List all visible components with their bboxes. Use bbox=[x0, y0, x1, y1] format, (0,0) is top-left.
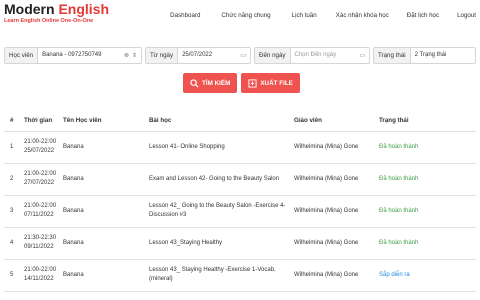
to-date-label: Đến ngày bbox=[255, 47, 291, 63]
table-row: 4 21:30-22:30 09/11/2022 Banana Lesson 43… bbox=[4, 227, 476, 260]
row-time: 21:00-22:00 07/11/2022 bbox=[24, 195, 63, 228]
to-date-filter[interactable]: Đến ngày Chọn Đến ngày ▭ bbox=[254, 46, 370, 64]
row-teacher: Wilhelmina (Mina) Gone bbox=[294, 131, 379, 164]
action-buttons: TÌM KIẾM XUẤT FILE bbox=[183, 73, 300, 93]
row-status: Đã hoàn thành bbox=[379, 131, 476, 164]
nav-course-confirmation[interactable]: Xác nhận khóa học bbox=[336, 12, 389, 19]
from-date-filter[interactable]: Từ ngày 25/07/2022 ▭ bbox=[145, 46, 251, 64]
row-date: 25/07/2022 bbox=[24, 148, 55, 154]
row-date: 09/11/2022 bbox=[24, 244, 54, 250]
row-student: Banana bbox=[63, 259, 149, 292]
search-icon bbox=[190, 78, 199, 88]
row-teacher: Wilhelmina (Mina) Gone bbox=[294, 227, 379, 260]
brand-title-accent: English bbox=[58, 1, 110, 17]
calendar-icon[interactable]: ▭ bbox=[240, 52, 246, 59]
status-select-value: 2 Trạng thái bbox=[414, 52, 447, 58]
nav-weekly-schedule[interactable]: Lịch tuần bbox=[292, 12, 317, 19]
row-student: Banana bbox=[63, 195, 149, 228]
table-row: 5 21:00-22:00 14/11/2022 Banana Lesson 43… bbox=[4, 259, 476, 292]
filter-bar: Học viên Banana - 0972750749 ⊗ ⇕ Từ ngày … bbox=[4, 46, 476, 64]
main-nav: Dashboard Chức năng chung Lịch tuần Xác … bbox=[170, 12, 480, 19]
row-time: 21:00-22:00 25/07/2022 bbox=[24, 131, 63, 164]
from-date-value: 25/07/2022 bbox=[182, 52, 213, 58]
search-button-label: TÌM KIẾM bbox=[202, 79, 231, 87]
row-status: Đã hoàn thành bbox=[379, 195, 476, 228]
row-date: 27/07/2022 bbox=[24, 180, 55, 186]
row-time-range: 21:30-22:30 bbox=[24, 235, 57, 241]
lesson-table: # Thời gian Tên Học viên Bài học Giáo vi… bbox=[4, 111, 476, 292]
col-header-time: Thời gian bbox=[24, 111, 63, 132]
row-time-range: 21:00-22:00 bbox=[24, 139, 57, 145]
table-row: 2 21:00-22:00 27/07/2022 Banana Exam and … bbox=[4, 163, 476, 196]
student-filter-label: Học viên bbox=[5, 47, 39, 63]
student-select-value: Banana - 0972750749 bbox=[42, 52, 102, 58]
col-header-status: Trạng thái bbox=[379, 111, 476, 132]
table-row: 1 21:00-22:00 25/07/2022 Banana Lesson 41… bbox=[4, 131, 476, 164]
col-header-student: Tên Học viên bbox=[63, 111, 149, 132]
row-student: Banana bbox=[63, 131, 149, 164]
student-filter[interactable]: Học viên Banana - 0972750749 ⊗ ⇕ bbox=[4, 46, 142, 64]
row-time-range: 21:00-22:00 bbox=[24, 171, 57, 177]
nav-dashboard[interactable]: Dashboard bbox=[170, 12, 200, 19]
to-date-placeholder: Chọn Đến ngày bbox=[294, 52, 337, 58]
to-date-input[interactable]: Chọn Đến ngày ▭ bbox=[291, 48, 370, 63]
row-status: Sắp diễn ra bbox=[379, 259, 476, 292]
row-date: 14/11/2022 bbox=[24, 276, 54, 282]
row-time-range: 21:00-22:00 bbox=[24, 267, 57, 273]
row-lesson: Lesson 41- Online Shopping bbox=[149, 131, 294, 164]
brand-subtitle: Learn English Online One-On-One bbox=[4, 18, 94, 24]
chevron-updown-icon: ⇕ bbox=[131, 52, 137, 59]
brand-logo[interactable]: Modern English Learn English Online One-… bbox=[4, 2, 109, 25]
from-date-label: Từ ngày bbox=[146, 47, 179, 63]
table-header-row: # Thời gian Tên Học viên Bài học Giáo vi… bbox=[4, 111, 476, 132]
col-header-num: # bbox=[4, 111, 24, 132]
row-num: 5 bbox=[4, 259, 24, 292]
brand-title-main: Modern bbox=[4, 1, 55, 17]
student-select[interactable]: Banana - 0972750749 ⊗ ⇕ bbox=[38, 48, 141, 63]
table-row: 3 21:00-22:00 07/11/2022 Banana Lesson 42… bbox=[4, 195, 476, 228]
row-status: Đã hoàn thành bbox=[379, 227, 476, 260]
calendar-icon[interactable]: ▭ bbox=[359, 52, 365, 59]
export-icon bbox=[248, 78, 257, 88]
from-date-input[interactable]: 25/07/2022 ▭ bbox=[178, 48, 250, 63]
status-filter-label: Trạng thái bbox=[374, 47, 411, 63]
row-num: 4 bbox=[4, 227, 24, 260]
clear-icon[interactable]: ⊗ bbox=[124, 52, 129, 59]
row-lesson: Lesson 43_ Staying Healthy -Exercise 1-V… bbox=[149, 259, 294, 292]
row-student: Banana bbox=[63, 227, 149, 260]
row-lesson: Lesson 43_Staying Healthy bbox=[149, 227, 294, 260]
row-time: 21:30-22:30 09/11/2022 bbox=[24, 227, 63, 260]
row-lesson: Exam and Lesson 42- Going to the Beauty … bbox=[149, 163, 294, 196]
status-filter[interactable]: Trạng thái 2 Trạng thái bbox=[373, 46, 476, 64]
col-header-teacher: Giáo viên bbox=[294, 111, 379, 132]
row-student: Banana bbox=[63, 163, 149, 196]
export-button[interactable]: XUẤT FILE bbox=[241, 73, 300, 93]
row-date: 07/11/2022 bbox=[24, 212, 54, 218]
brand-title: Modern English bbox=[4, 2, 109, 17]
row-num: 2 bbox=[4, 163, 24, 196]
export-button-label: XUẤT FILE bbox=[260, 79, 293, 87]
row-time-range: 21:00-22:00 bbox=[24, 203, 57, 209]
row-teacher: Wilhelmina (Mina) Gone bbox=[294, 259, 379, 292]
row-status: Đã hoàn thành bbox=[379, 163, 476, 196]
row-teacher: Wilhelmina (Mina) Gone bbox=[294, 195, 379, 228]
nav-logout[interactable]: Logout bbox=[457, 12, 476, 19]
top-navbar: Modern English Learn English Online One-… bbox=[0, 0, 480, 34]
row-time: 21:00-22:00 14/11/2022 bbox=[24, 259, 63, 292]
row-time: 21:00-22:00 27/07/2022 bbox=[24, 163, 63, 196]
status-select[interactable]: 2 Trạng thái bbox=[411, 48, 475, 63]
col-header-lesson: Bài học bbox=[149, 111, 294, 132]
nav-general-functions[interactable]: Chức năng chung bbox=[221, 12, 270, 19]
search-button[interactable]: TÌM KIẾM bbox=[183, 73, 238, 93]
row-num: 3 bbox=[4, 195, 24, 228]
nav-book-lesson[interactable]: Đặt lịch học bbox=[407, 12, 439, 19]
row-teacher: Wilhelmina (Mina) Gone bbox=[294, 163, 379, 196]
row-num: 1 bbox=[4, 131, 24, 164]
row-lesson: Lesson 42_ Going to the Beauty Salon -Ex… bbox=[149, 195, 294, 228]
